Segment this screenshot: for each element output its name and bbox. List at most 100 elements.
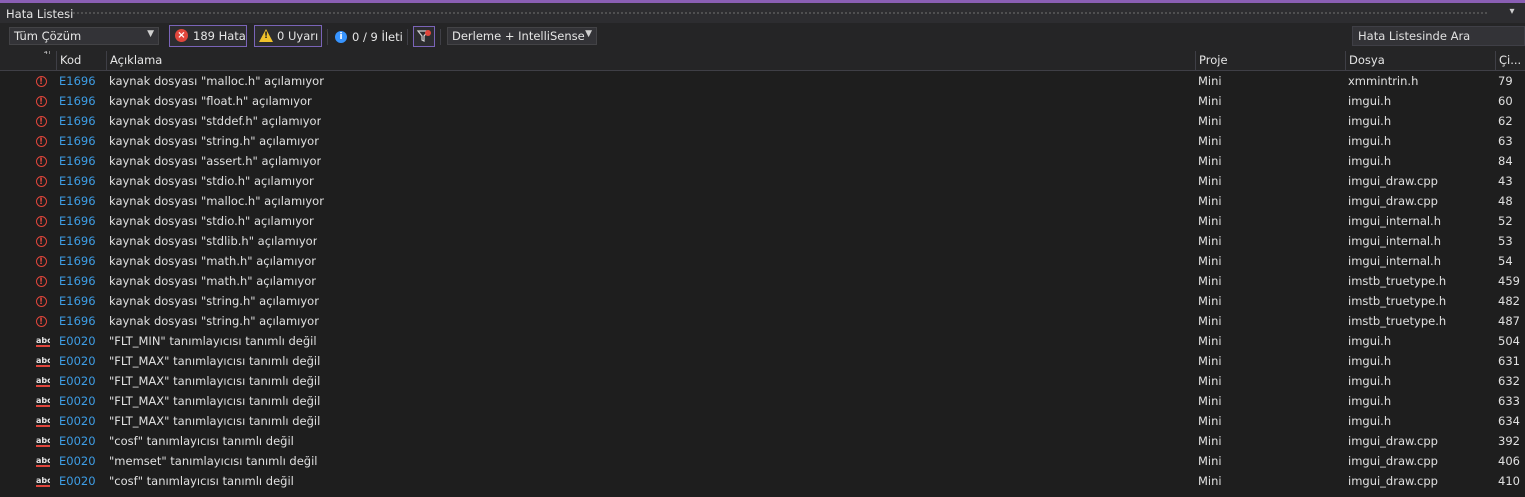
error-icon (36, 312, 47, 331)
row-code-link[interactable]: E1696 (59, 111, 96, 131)
row-project: Mini (1198, 234, 1222, 248)
table-row[interactable]: E1696 kaynak dosyası "math.h" açılamıyor M… (0, 271, 1525, 291)
row-file: imgui_draw.cpp (1348, 174, 1438, 188)
row-code-link[interactable]: E1696 (59, 291, 96, 311)
row-severity: abc (36, 391, 50, 411)
table-row[interactable]: E1696 kaynak dosyası "assert.h" açılamıyo… (0, 151, 1525, 171)
row-code-link[interactable]: E1696 (59, 311, 96, 331)
tool-window-title-bar[interactable]: Hata Listesi ▾ (0, 3, 1525, 23)
table-row[interactable]: E1696 kaynak dosyası "math.h" açılamıyor M… (0, 251, 1525, 271)
row-code-link[interactable]: E1696 (59, 171, 96, 191)
drag-grip[interactable] (72, 11, 1489, 15)
table-row[interactable]: abc E0020 "memset" tanımlayıcısı tanımlı d… (0, 451, 1525, 471)
table-row[interactable]: E1696 kaynak dosyası "float.h" açılamıyor… (0, 91, 1525, 111)
row-code-link[interactable]: E0020 (59, 331, 96, 351)
row-line: 54 (1498, 254, 1513, 268)
row-code-link[interactable]: E0020 (59, 411, 96, 431)
table-row[interactable]: E1696 kaynak dosyası "stddef.h" açılamıyo… (0, 111, 1525, 131)
row-code-link[interactable]: E1696 (59, 211, 96, 231)
row-description: "FLT_MAX" tanımlayıcısı tanımlı değil (109, 394, 321, 408)
row-code-link[interactable]: E1696 (59, 91, 96, 111)
row-file: imgui.h (1348, 114, 1392, 128)
error-icon (36, 292, 47, 311)
toolbar: Tüm Çözüm ▼ × 189 Hata ! 0 Uyarı i 0 / 9… (0, 23, 1525, 51)
messages-toggle-button[interactable]: i 0 / 9 İleti (332, 23, 404, 51)
row-line: 632 (1498, 374, 1520, 388)
table-row[interactable]: E1696 kaynak dosyası "string.h" açılamıyo… (0, 131, 1525, 151)
table-row[interactable]: E1696 kaynak dosyası "string.h" açılamıyo… (0, 291, 1525, 311)
row-line: 84 (1498, 154, 1513, 168)
column-header-project[interactable]: Proje (1195, 51, 1345, 70)
build-filter-dropdown[interactable]: Derleme + IntelliSense ▼ (447, 27, 597, 45)
row-code-link[interactable]: E1696 (59, 191, 96, 211)
row-code-link[interactable]: E0020 (59, 391, 96, 411)
row-file: imgui.h (1348, 94, 1392, 108)
row-line: 406 (1498, 454, 1520, 468)
row-description: kaynak dosyası "float.h" açılamıyor (109, 94, 312, 108)
table-row[interactable]: abc E0020 "FLT_MAX" tanımlayıcısı tanımlı … (0, 391, 1525, 411)
intellisense-icon: abc (36, 416, 50, 427)
row-project: Mini (1198, 374, 1222, 388)
scope-dropdown[interactable]: Tüm Çözüm ▼ (9, 27, 159, 45)
table-row[interactable]: E1696 kaynak dosyası "string.h" açılamıyo… (0, 311, 1525, 331)
row-project: Mini (1198, 174, 1222, 188)
row-code-link[interactable]: E0020 (59, 471, 96, 491)
table-row[interactable]: abc E0020 "FLT_MIN" tanımlayıcısı tanımlı … (0, 331, 1525, 351)
error-icon (36, 272, 47, 291)
row-code-link[interactable]: E1696 (59, 271, 96, 291)
row-code-link[interactable]: E0020 (59, 351, 96, 371)
errors-label: 189 Hata (193, 29, 246, 43)
row-code-link[interactable]: E1696 (59, 71, 96, 91)
error-icon (36, 172, 47, 191)
row-file: imgui.h (1348, 414, 1392, 428)
errors-toggle-button[interactable]: × 189 Hata (169, 25, 247, 47)
row-code-link[interactable]: E1696 (59, 151, 96, 171)
search-input[interactable]: Hata Listesinde Ara (1352, 26, 1525, 46)
row-project: Mini (1198, 254, 1222, 268)
column-header-file[interactable]: Dosya (1345, 51, 1495, 70)
column-header-line[interactable]: Çi... (1495, 51, 1525, 70)
error-list-rows: E1696 kaynak dosyası "malloc.h" açılamıyo… (0, 71, 1525, 491)
row-code-link[interactable]: E1696 (59, 251, 96, 271)
row-project: Mini (1198, 434, 1222, 448)
warnings-toggle-button[interactable]: ! 0 Uyarı (254, 25, 322, 47)
table-row[interactable]: abc E0020 "cosf" tanımlayıcısı tanımlı değ… (0, 471, 1525, 491)
table-row[interactable]: E1696 kaynak dosyası "malloc.h" açılamıyo… (0, 71, 1525, 91)
column-header-code-label: Kod (60, 53, 82, 67)
row-severity: abc (36, 331, 50, 351)
row-code-link[interactable]: E0020 (59, 451, 96, 471)
table-row[interactable]: abc E0020 "FLT_MAX" tanımlayıcısı tanımlı … (0, 371, 1525, 391)
column-header-description[interactable]: Açıklama (106, 51, 1195, 70)
table-row[interactable]: abc E0020 "FLT_MAX" tanımlayıcısı tanımlı … (0, 351, 1525, 371)
table-row[interactable]: E1696 kaynak dosyası "stdio.h" açılamıyor… (0, 171, 1525, 191)
row-description: kaynak dosyası "string.h" açılamıyor (109, 294, 319, 308)
row-description: kaynak dosyası "malloc.h" açılamıyor (109, 74, 324, 88)
row-line: 634 (1498, 414, 1520, 428)
column-header-code[interactable]: Kod (56, 51, 106, 70)
row-line: 79 (1498, 74, 1513, 88)
table-row[interactable]: E1696 kaynak dosyası "stdlib.h" açılamıyo… (0, 231, 1525, 251)
row-project: Mini (1198, 74, 1222, 88)
column-header-severity[interactable]: ⁴ᵀ (0, 51, 56, 70)
window-menu-icon[interactable]: ▾ (1506, 6, 1518, 18)
row-file: imgui_draw.cpp (1348, 194, 1438, 208)
table-row[interactable]: E1696 kaynak dosyası "stdio.h" açılamıyor… (0, 211, 1525, 231)
table-row[interactable]: abc E0020 "cosf" tanımlayıcısı tanımlı değ… (0, 431, 1525, 451)
error-icon (36, 152, 47, 171)
row-description: kaynak dosyası "stddef.h" açılamıyor (109, 114, 322, 128)
filter-button[interactable] (413, 26, 435, 47)
row-file: imgui_draw.cpp (1348, 454, 1438, 468)
row-file: imgui.h (1348, 134, 1392, 148)
row-severity: abc (36, 451, 50, 471)
row-code-link[interactable]: E1696 (59, 131, 96, 151)
table-row[interactable]: E1696 kaynak dosyası "malloc.h" açılamıyo… (0, 191, 1525, 211)
table-row[interactable]: abc E0020 "FLT_MAX" tanımlayıcısı tanımlı … (0, 411, 1525, 431)
row-line: 392 (1498, 434, 1520, 448)
row-code-link[interactable]: E1696 (59, 231, 96, 251)
row-severity (36, 231, 50, 251)
row-code-link[interactable]: E0020 (59, 431, 96, 451)
row-line: 633 (1498, 394, 1520, 408)
row-code-link[interactable]: E0020 (59, 371, 96, 391)
error-icon (36, 92, 47, 111)
row-file: imgui_internal.h (1348, 254, 1441, 268)
